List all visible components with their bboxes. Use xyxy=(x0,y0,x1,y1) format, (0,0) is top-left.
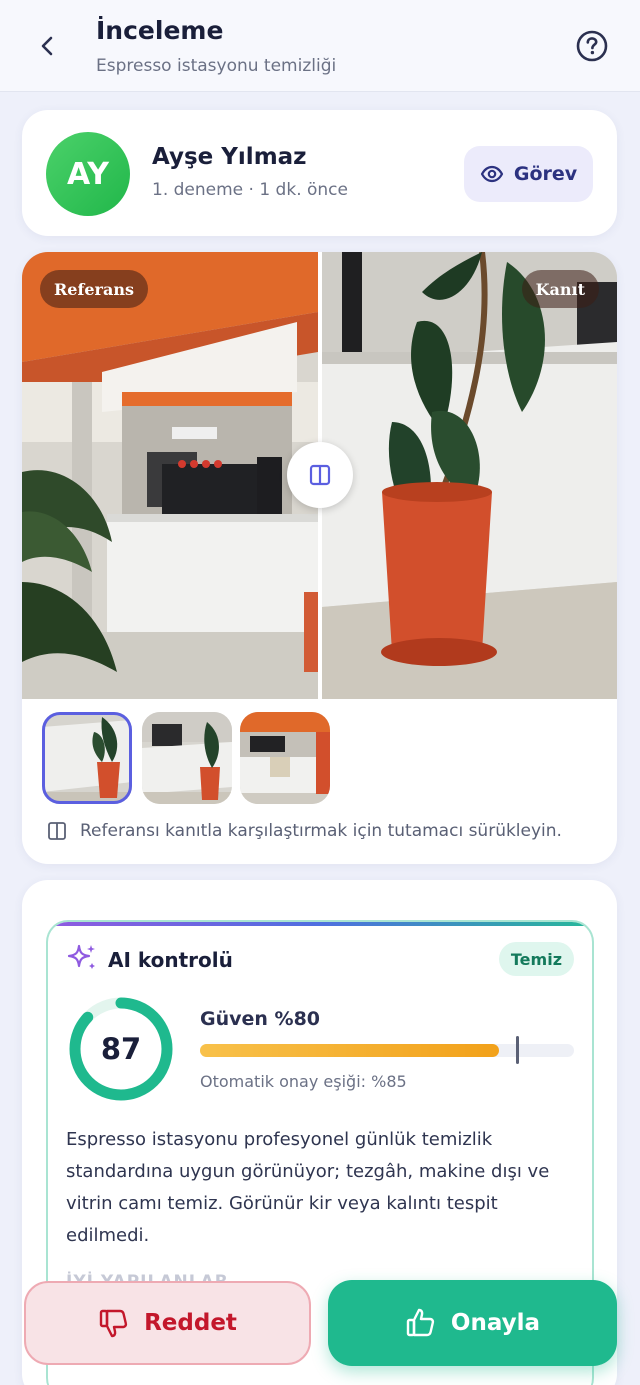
thumbs-down-icon xyxy=(99,1309,128,1338)
eye-icon xyxy=(480,165,503,183)
photo-thumbnails xyxy=(42,712,602,804)
chevron-left-icon xyxy=(41,36,53,56)
view-task-label: Görev xyxy=(513,163,578,185)
ai-accent-bar xyxy=(48,922,592,926)
proof-photo xyxy=(322,252,617,699)
approve-button[interactable]: Onayla xyxy=(328,1280,617,1366)
reject-button[interactable]: Reddet xyxy=(24,1281,311,1365)
ai-check-title: AI kontrolü xyxy=(108,948,233,972)
threshold-marker xyxy=(516,1036,520,1064)
before-after-slider[interactable]: Referans Kanıt xyxy=(22,252,617,699)
back-button[interactable] xyxy=(28,26,68,66)
thumbnail-1[interactable] xyxy=(42,712,132,804)
score-value: 87 xyxy=(100,1032,142,1066)
proof-label: Kanıt xyxy=(521,270,599,308)
approve-label: Onayla xyxy=(450,1310,541,1336)
view-task-button[interactable]: Görev xyxy=(464,146,593,202)
reference-photo xyxy=(22,252,318,699)
question-circle-icon xyxy=(576,30,608,62)
page-subtitle: Espresso istasyonu temizliği xyxy=(96,56,337,76)
reference-label: Referans xyxy=(40,270,148,308)
thumbnail-2[interactable] xyxy=(142,712,232,804)
page-title: İnceleme xyxy=(96,16,224,45)
comparison-hint: Referansı kanıtla karşılaştırmak için tu… xyxy=(46,820,562,842)
sparkles-icon xyxy=(67,944,95,969)
photo-comparison-card: Referans Kanıt Referansı kanıtla karşıla… xyxy=(22,252,617,864)
slider-handle[interactable] xyxy=(287,442,353,508)
columns-icon xyxy=(309,464,331,486)
top-app-bar: İnceleme Espresso istasyonu temizliği xyxy=(0,0,640,92)
threshold-text: Otomatik onay eşiği: %85 xyxy=(200,1072,407,1091)
thumbnail-3[interactable] xyxy=(240,712,330,804)
comparison-hint-text: Referansı kanıtla karşılaştırmak için tu… xyxy=(80,821,562,841)
thumbs-up-icon xyxy=(406,1308,435,1337)
confidence-bar-fill xyxy=(200,1044,500,1057)
help-button[interactable] xyxy=(572,26,612,66)
reject-label: Reddet xyxy=(144,1310,237,1336)
submitter-name: Ayşe Yılmaz xyxy=(152,144,307,170)
submitter-card: AY Ayşe Yılmaz 1. deneme · 1 dk. önce Gö… xyxy=(22,110,617,236)
columns-icon xyxy=(48,822,66,840)
submission-meta: 1. deneme · 1 dk. önce xyxy=(152,180,348,200)
ai-summary: Espresso istasyonu profesyonel günlük te… xyxy=(66,1129,550,1246)
avatar: AY xyxy=(46,132,130,216)
confidence-bar xyxy=(200,1036,574,1064)
status-badge: Temiz xyxy=(498,942,574,976)
confidence-label: Güven %80 xyxy=(200,1008,321,1030)
